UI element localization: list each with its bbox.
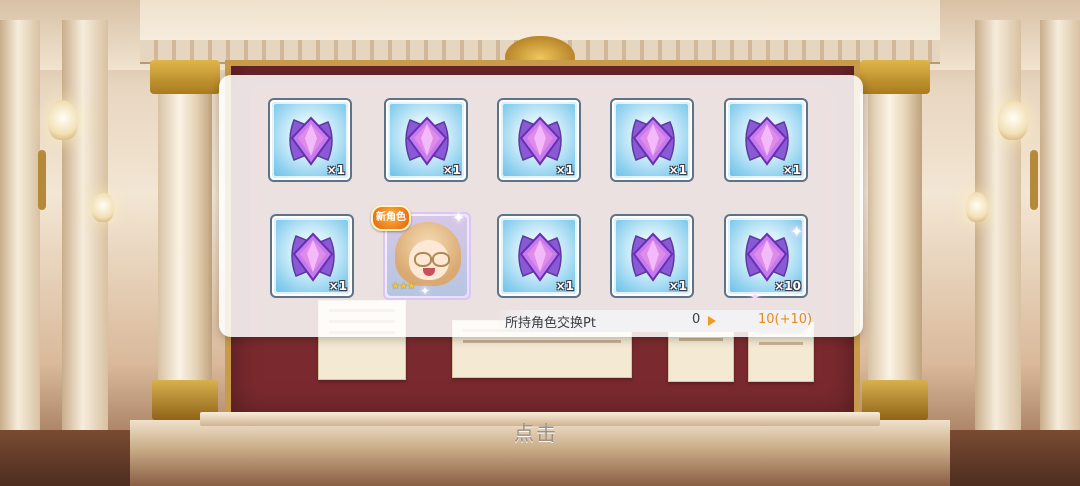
wall-lamp-right: [998, 100, 1028, 140]
reward-tile-jewel[interactable]: ×1: [610, 214, 694, 298]
wall-lamp-left-small: [92, 192, 114, 222]
reward-tile-jewel[interactable]: ×1: [497, 98, 581, 182]
left-inner-column: [62, 20, 108, 440]
sparkle-icon: ✦: [452, 208, 466, 227]
exchange-pt-current: 0: [692, 312, 701, 327]
arrow-right-icon: [708, 316, 716, 326]
sparkle-icon: ✦: [790, 222, 804, 241]
reward-tile-jewel[interactable]: ×1: [384, 98, 468, 182]
rarity-stars: ★★★: [391, 281, 416, 292]
wall-lamp-right-small: [966, 192, 988, 222]
new-character-badge: 新角色: [371, 205, 411, 231]
sparkle-icon: ✦: [750, 290, 761, 304]
reward-tile-jewel[interactable]: ×1: [268, 98, 352, 182]
item-quantity: ×1: [328, 279, 347, 293]
item-quantity: ×1: [442, 163, 461, 177]
reward-tile-jewel[interactable]: ×1: [270, 214, 354, 298]
lamp-arm-left: [38, 150, 46, 210]
wall-lamp-left: [48, 100, 78, 140]
item-quantity: ×1: [555, 163, 574, 177]
exchange-pt-next: 10(+10): [758, 312, 813, 327]
sparkle-icon: ✦: [420, 284, 431, 298]
item-quantity: ×1: [668, 163, 687, 177]
glasses-lens-right: [432, 252, 450, 267]
right-wall-column: [1040, 20, 1080, 440]
right-inner-column: [975, 20, 1021, 440]
reward-tile-jewel[interactable]: ×1: [610, 98, 694, 182]
exchange-pt-label: 所持角色交换Pt: [505, 316, 596, 331]
pillar-right: [860, 60, 930, 420]
tap-to-continue[interactable]: 点击: [514, 417, 558, 446]
glasses-lens-left: [414, 252, 432, 267]
lamp-arm-right: [1030, 150, 1038, 210]
item-quantity: ×1: [326, 163, 345, 177]
item-quantity: ×1: [555, 279, 574, 293]
pillar-left: [150, 60, 220, 420]
item-quantity: ×1: [782, 163, 801, 177]
reward-tile-jewel[interactable]: ×1: [497, 214, 581, 298]
item-quantity: ×10: [774, 279, 801, 293]
reward-tile-jewel[interactable]: ×1: [724, 98, 808, 182]
item-quantity: ×1: [668, 279, 687, 293]
left-wall-column: [0, 20, 40, 440]
